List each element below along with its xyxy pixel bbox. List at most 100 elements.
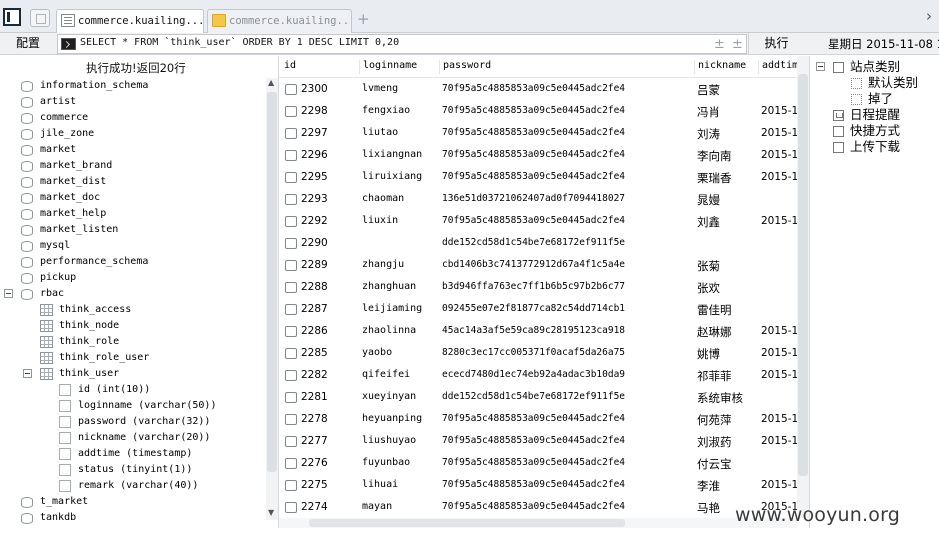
cell-nickname[interactable]: 赵琳娜 (697, 324, 732, 340)
table-row[interactable]: 2277 liushuyao 70f95a5c4885853a09c5e0445ad… (279, 431, 797, 453)
cell-nickname[interactable]: 栗瑞香 (697, 170, 732, 186)
cell-password[interactable]: 136e51d03721062407ad0f7094418027 (442, 193, 625, 204)
row-checkbox[interactable] (285, 502, 297, 513)
tree-database[interactable]: performance_schema (0, 254, 265, 270)
grid-vertical-scrollbar[interactable] (797, 56, 809, 518)
row-checkbox[interactable] (285, 84, 297, 95)
cell-nickname[interactable]: 姚博 (697, 346, 720, 362)
execute-button[interactable]: 执行 (748, 33, 804, 55)
cell-id[interactable]: 2288 (301, 281, 328, 293)
panel-toggle-icon[interactable] (3, 8, 21, 26)
tree-database[interactable]: tankdb (0, 510, 265, 526)
cell-password[interactable]: 70f95a5c4885853a09c5e0445adc2fe4 (442, 83, 625, 94)
cell-addtime[interactable]: 2015-1 (761, 369, 797, 381)
row-checkbox[interactable] (285, 106, 297, 117)
tree-column[interactable]: loginname (varchar(50)) (0, 398, 265, 414)
cell-password[interactable]: 70f95a5c4885853a09c5e0445adc2fe4 (442, 435, 625, 446)
cell-id[interactable]: 2277 (301, 435, 328, 447)
cell-id[interactable]: 2295 (301, 171, 328, 183)
cell-addtime[interactable]: 2015-1 (761, 347, 797, 359)
cell-password[interactable]: 70f95a5c4885853a09c5e0445adc2fe4 (442, 479, 625, 490)
cell-addtime[interactable]: 2015-1 (761, 105, 797, 117)
grid-horizontal-thumb[interactable] (309, 519, 625, 527)
cell-password[interactable]: dde152cd58d1c54be7e68172ef911f5e (442, 237, 625, 248)
cell-id[interactable]: 2293 (301, 193, 328, 205)
table-row[interactable]: 2276 fuyunbao 70f95a5c4885853a09c5e0445adc… (279, 453, 797, 475)
tree-column[interactable]: nickname (varchar(20)) (0, 430, 265, 446)
cell-id[interactable]: 2275 (301, 479, 328, 491)
sql-input[interactable]: SELECT * FROM `think_user` ORDER BY 1 DE… (57, 34, 747, 54)
row-checkbox[interactable] (285, 194, 297, 205)
cell-password[interactable]: dde152cd58d1c54be7e68172ef911f5e (442, 391, 625, 402)
cell-nickname[interactable]: 付云宝 (697, 456, 732, 472)
collapse-icon[interactable] (4, 289, 13, 298)
cell-password[interactable]: 70f95a5c4885853a09c5e0445adc2fe4 (442, 457, 625, 468)
cell-password[interactable]: 70f95a5c4885853a09c5e0445adc2fe4 (442, 215, 625, 226)
cell-id[interactable]: 2286 (301, 325, 328, 337)
cell-nickname[interactable]: 张欢 (697, 280, 720, 296)
tree-scrollbar[interactable]: ▲ ▼ (266, 78, 278, 520)
cell-password[interactable]: 70f95a5c4885853a09c5e0445adc2fe4 (442, 171, 625, 182)
tree-database[interactable]: market_dist (0, 174, 265, 190)
cell-loginname[interactable]: liuxin (362, 215, 398, 226)
tree-database[interactable]: jile_zone (0, 126, 265, 142)
grid-view-icon[interactable] (30, 9, 50, 27)
cell-id[interactable]: 2276 (301, 457, 328, 469)
cell-loginname[interactable]: lvmeng (362, 83, 398, 94)
row-checkbox[interactable] (285, 128, 297, 139)
tree-column[interactable]: status (tinyint(1)) (0, 462, 265, 478)
cell-addtime[interactable]: 2015-1 (761, 171, 797, 183)
chevron-right-icon[interactable]: › (926, 7, 932, 25)
tree-database[interactable]: information_schema (0, 78, 265, 94)
cell-loginname[interactable]: yaobo (362, 347, 392, 358)
row-checkbox[interactable] (285, 326, 297, 337)
cell-addtime[interactable]: 2015-1 (761, 325, 797, 337)
cell-addtime[interactable]: 2015-1 (761, 127, 797, 139)
cell-loginname[interactable]: lihuai (362, 479, 398, 490)
cell-nickname[interactable]: 马艳 (697, 500, 720, 516)
table-row[interactable]: 2290 dde152cd58d1c54be7e68172ef911f5e (279, 233, 797, 255)
tree-table[interactable]: think_role_user (0, 350, 265, 366)
tree-database[interactable]: pickup (0, 270, 265, 286)
cell-nickname[interactable]: 雷佳明 (697, 302, 732, 318)
row-checkbox[interactable] (285, 216, 297, 227)
row-checkbox[interactable] (285, 304, 297, 315)
row-checkbox[interactable] (285, 348, 297, 359)
cell-id[interactable]: 2278 (301, 413, 328, 425)
grid-horizontal-scrollbar[interactable] (279, 518, 797, 528)
cell-password[interactable]: 45ac14a3af5e59ca89c28195123ca918 (442, 325, 625, 336)
cell-addtime[interactable]: 2015-1 (761, 215, 797, 227)
cell-password[interactable]: 092455e07e2f81877ca82c54dd714cb1 (442, 303, 625, 314)
cell-password[interactable]: 70f95a5c4885853a09c5e0445adc2fe4 (442, 413, 625, 424)
cell-password[interactable]: 70f95a5c4885853a09c5e0445adc2fe4 (442, 105, 625, 116)
cell-id[interactable]: 2297 (301, 127, 328, 139)
grid-vertical-thumb[interactable] (798, 74, 808, 476)
cell-addtime[interactable]: 2015-1 (761, 149, 797, 161)
cell-password[interactable]: 70f95a5c4885853a09c5e0445adc2fe4 (442, 127, 625, 138)
tree-column[interactable]: remark (varchar(40)) (0, 478, 265, 494)
table-row[interactable]: 2297 liutao 70f95a5c4885853a09c5e0445adc2f… (279, 123, 797, 145)
tab-commerce-inactive[interactable]: commerce.kuailing... (207, 9, 352, 33)
table-row[interactable]: 2296 lixiangnan 70f95a5c4885853a09c5e0445a… (279, 145, 797, 167)
table-row[interactable]: 2274 mayan 70f95a5c4885853a09c5e0445adc2fe… (279, 497, 797, 519)
cell-id[interactable]: 2296 (301, 149, 328, 161)
cell-nickname[interactable]: 李淮 (697, 478, 720, 494)
cell-addtime[interactable]: 2015-1 (761, 435, 797, 447)
cell-loginname[interactable]: liushuyao (362, 435, 416, 446)
cell-nickname[interactable]: 系统审核 (697, 390, 743, 406)
row-checkbox[interactable] (285, 282, 297, 293)
cell-id[interactable]: 2274 (301, 501, 328, 513)
plus-icon[interactable]: ± (732, 37, 743, 52)
plus-icon[interactable]: ± (714, 37, 725, 52)
scroll-down-icon[interactable]: ▼ (268, 508, 274, 517)
tree-column[interactable]: id (int(10)) (0, 382, 265, 398)
column-header-id[interactable]: id (281, 60, 296, 74)
tree-scroll-thumb[interactable] (267, 92, 277, 472)
add-tab-icon[interactable]: + (357, 10, 370, 28)
cell-password[interactable]: cbd1406b3c7413772912d67a4f1c5a4e (442, 259, 625, 270)
row-checkbox[interactable] (285, 370, 297, 381)
table-row[interactable]: 2295 liruixiang 70f95a5c4885853a09c5e0445a… (279, 167, 797, 189)
tree-database[interactable]: market (0, 142, 265, 158)
tree-column[interactable]: addtime (timestamp) (0, 446, 265, 462)
cell-loginname[interactable]: heyuanping (362, 413, 422, 424)
